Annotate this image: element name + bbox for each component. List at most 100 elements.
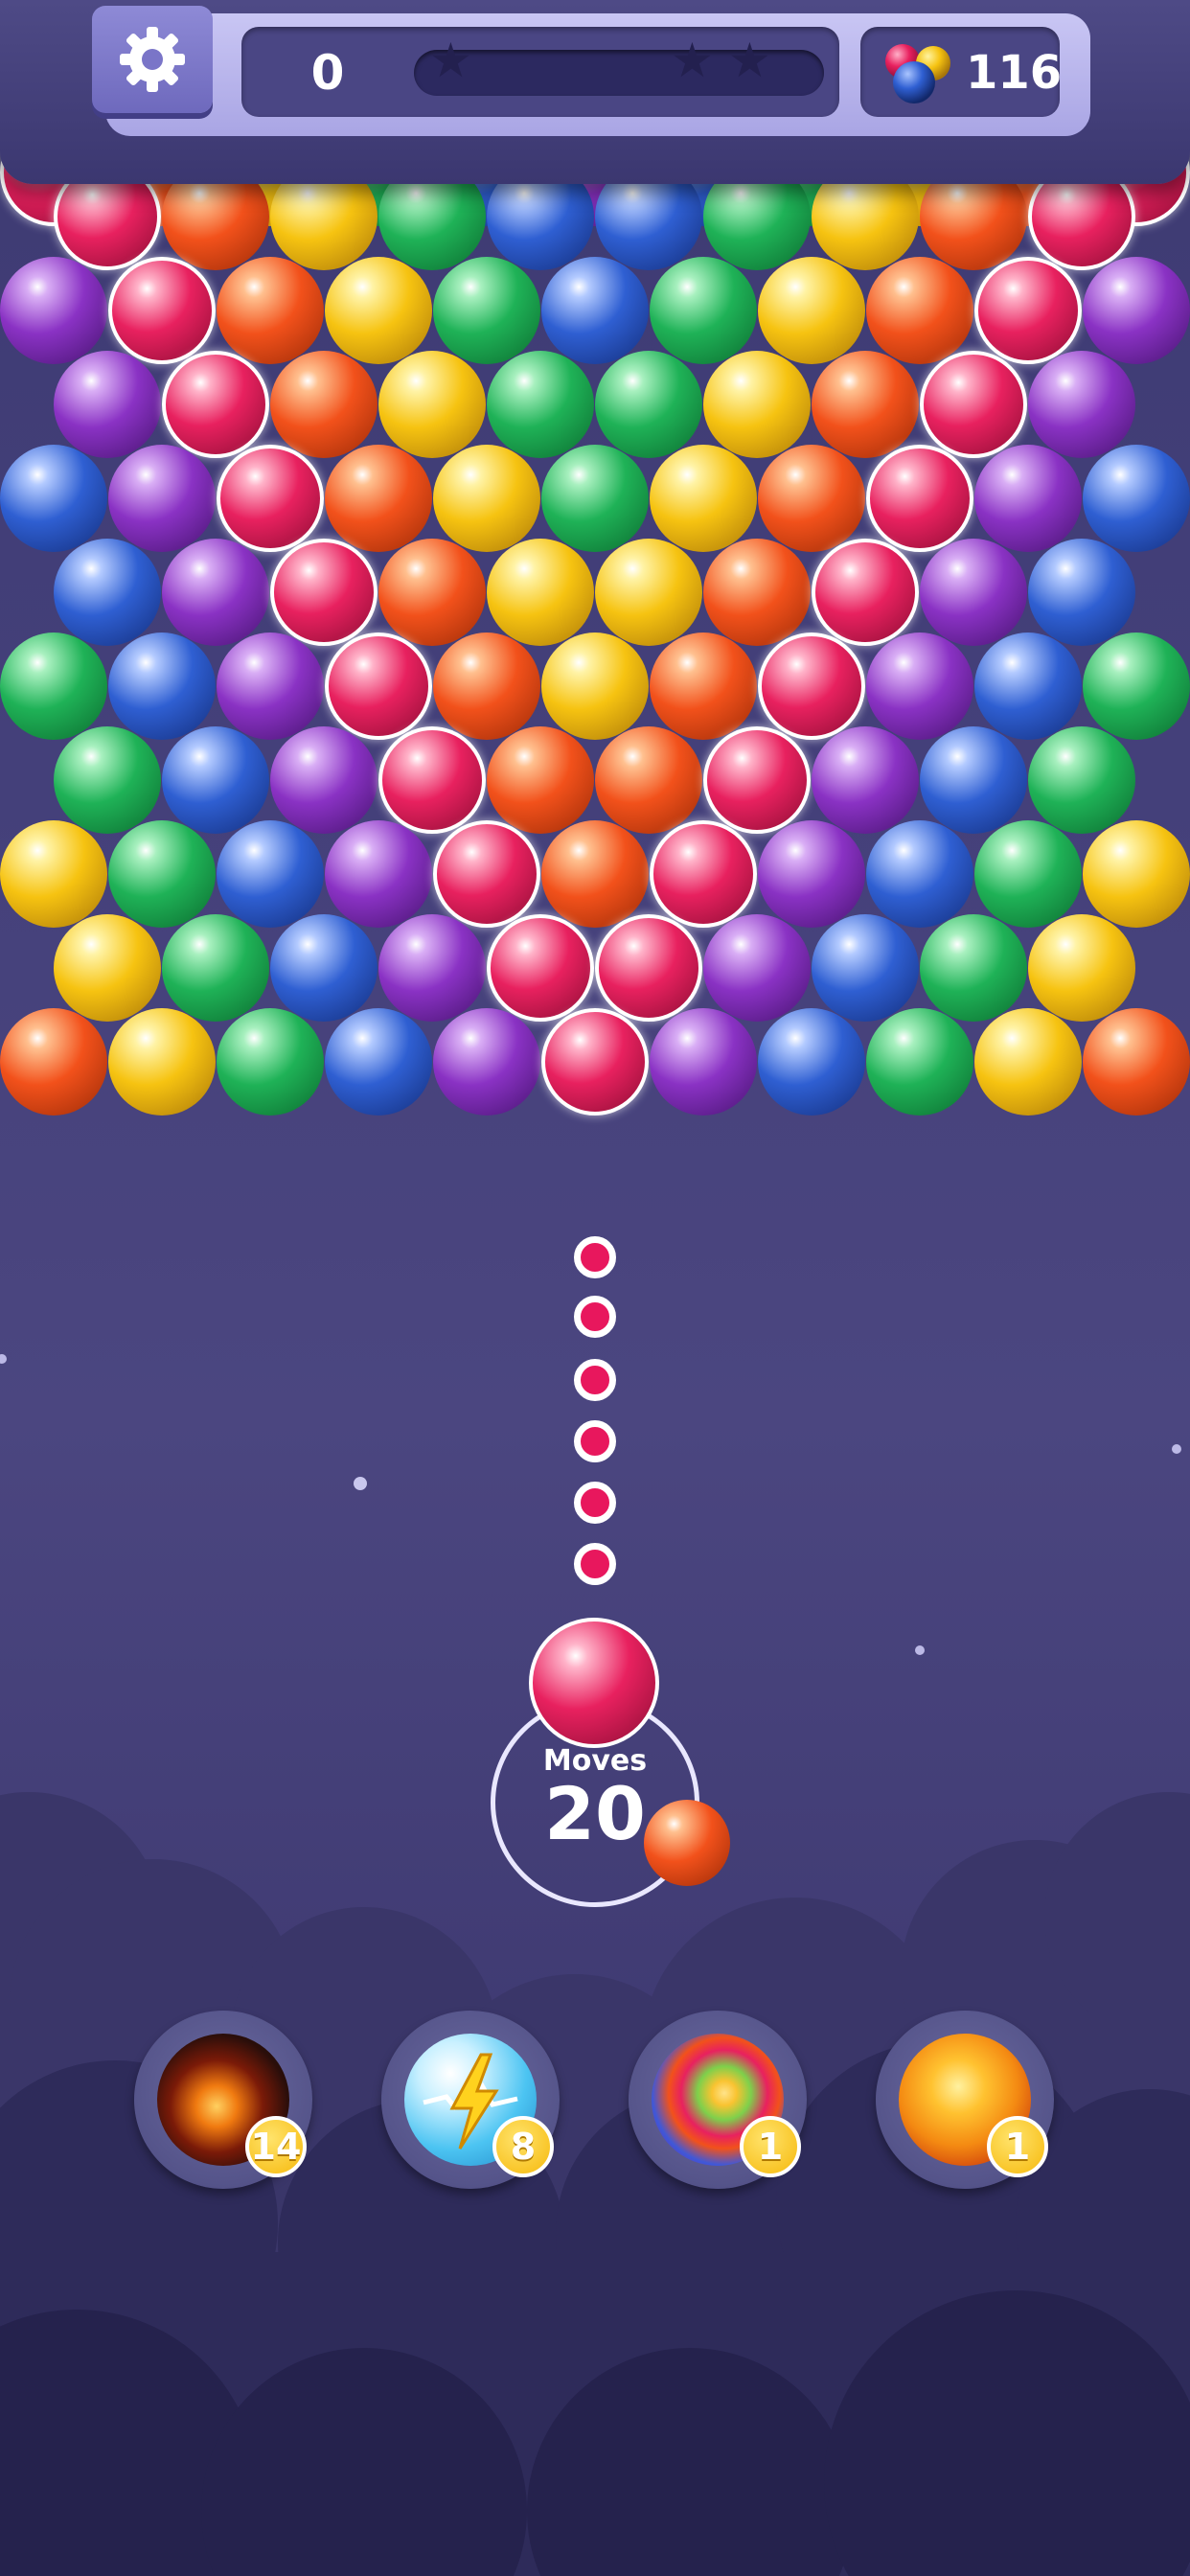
bubble-orange	[650, 632, 757, 740]
bubble-green	[541, 445, 649, 552]
bubble-purple	[1083, 257, 1190, 364]
bubble-blue	[1083, 445, 1190, 552]
bubble-blue	[0, 445, 107, 552]
bubble-red	[487, 914, 594, 1022]
bubble-purple	[650, 1008, 757, 1116]
settings-button[interactable]	[92, 6, 213, 113]
bubble-yellow	[108, 1008, 216, 1116]
bubble-orange	[1083, 1008, 1190, 1116]
bubble-orange	[378, 539, 486, 646]
bubble-red	[812, 539, 919, 646]
bubble-blue	[866, 820, 973, 928]
bubble-yellow	[1083, 820, 1190, 928]
bubble-orange	[487, 726, 594, 834]
current-bubble[interactable]	[529, 1618, 659, 1748]
bubble-red	[974, 257, 1082, 364]
bubble-yellow	[0, 820, 107, 928]
star-icon: ★	[728, 33, 771, 88]
bubble-green	[1028, 726, 1135, 834]
bubble-red	[703, 726, 811, 834]
bubble-orange	[595, 726, 702, 834]
bubble-orange	[866, 257, 973, 364]
bubble-yellow	[378, 351, 486, 458]
bubble-blue	[217, 820, 324, 928]
bubble-blue	[162, 726, 269, 834]
bubble-yellow	[1028, 914, 1135, 1022]
bubble-blue	[108, 632, 216, 740]
bubble-orange	[433, 632, 540, 740]
bubble-purple	[920, 539, 1027, 646]
bubble-purple	[108, 445, 216, 552]
bubble-red	[325, 632, 432, 740]
bubble-purple	[812, 726, 919, 834]
bubble-blue	[974, 632, 1082, 740]
bubble-red	[433, 820, 540, 928]
bubble-yellow	[325, 257, 432, 364]
bubble-blue	[270, 914, 378, 1022]
aim-dot	[574, 1482, 616, 1524]
bubble-purple	[162, 539, 269, 646]
aim-dot	[574, 1420, 616, 1462]
bubble-red	[595, 914, 702, 1022]
star-icon: ★	[671, 33, 714, 88]
bubble-green	[595, 351, 702, 458]
bubble-purple	[217, 632, 324, 740]
bubble-purple	[54, 351, 161, 458]
aim-dot	[574, 1359, 616, 1401]
bubble-purple	[0, 257, 107, 364]
bubble-green	[650, 257, 757, 364]
bubble-blue	[920, 726, 1027, 834]
bubble-orange	[217, 257, 324, 364]
bubble-red	[378, 726, 486, 834]
bubble-red	[217, 445, 324, 552]
bubble-yellow	[541, 632, 649, 740]
bubble-yellow	[487, 539, 594, 646]
bubble-yellow	[54, 914, 161, 1022]
next-bubble[interactable]	[644, 1800, 730, 1886]
bubble-purple	[703, 914, 811, 1022]
powerup-rainbow-count: 1	[740, 2116, 801, 2177]
bubble-purple	[758, 820, 865, 928]
bubble-orange	[703, 539, 811, 646]
bubble-purple	[866, 632, 973, 740]
powerup-fireball-count: 1	[987, 2116, 1048, 2177]
aim-dot	[574, 1236, 616, 1278]
aim-dot	[574, 1296, 616, 1338]
bubble-green	[974, 820, 1082, 928]
bubble-blue	[325, 1008, 432, 1116]
bubble-red	[920, 351, 1027, 458]
bubble-purple	[378, 914, 486, 1022]
bubble-red	[162, 351, 269, 458]
bubble-red	[758, 632, 865, 740]
bubble-purple	[433, 1008, 540, 1116]
bubble-purple	[270, 726, 378, 834]
bubble-orange	[325, 445, 432, 552]
bubble-orange	[812, 351, 919, 458]
bubbles-coin-icon	[885, 44, 950, 104]
bubble-red	[866, 445, 973, 552]
bubble-yellow	[595, 539, 702, 646]
bubble-green	[1083, 632, 1190, 740]
powerup-bomb-count: 14	[245, 2116, 307, 2177]
gear-icon	[120, 27, 185, 92]
bubble-blue	[812, 914, 919, 1022]
bubble-blue	[541, 257, 649, 364]
score-value: 0	[310, 45, 345, 101]
powerup-lightning-count: 8	[492, 2116, 554, 2177]
bubble-purple	[1028, 351, 1135, 458]
bubble-yellow	[650, 445, 757, 552]
bubble-yellow	[703, 351, 811, 458]
bubble-blue	[54, 539, 161, 646]
bubble-orange	[270, 351, 378, 458]
bubble-orange	[541, 820, 649, 928]
bubble-orange	[0, 1008, 107, 1116]
star-icon: ★	[429, 33, 472, 88]
top-bar: 0 ★ ★ ★ 116	[0, 0, 1190, 184]
bubble-green	[487, 351, 594, 458]
coin-count: 116	[966, 46, 1063, 100]
bubble-green	[162, 914, 269, 1022]
bubble-green	[920, 914, 1027, 1022]
bubble-red	[270, 539, 378, 646]
aim-dot	[574, 1543, 616, 1585]
bubble-green	[433, 257, 540, 364]
